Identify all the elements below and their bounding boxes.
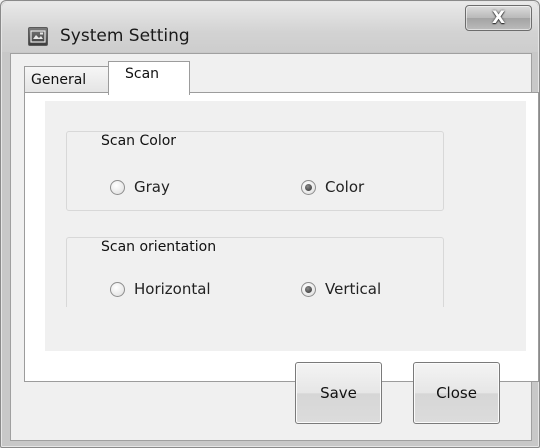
tab-scan[interactable]: Scan — [108, 61, 190, 95]
tab-general[interactable]: General — [24, 66, 110, 93]
close-button[interactable]: Close — [413, 362, 500, 424]
app-window-icon — [28, 27, 48, 46]
radio-unchecked-icon[interactable] — [110, 281, 125, 297]
radio-color[interactable]: Color — [301, 178, 364, 196]
close-icon: X — [491, 8, 506, 28]
dialog-client-area: General Scan Scan Color Gray Color Scan … — [10, 53, 539, 441]
radio-horizontal-label: Horizontal — [134, 280, 211, 298]
radio-gray-label: Gray — [134, 178, 170, 196]
scan-color-group-title: Scan Color — [97, 133, 181, 149]
window-close-button[interactable]: X — [465, 5, 532, 31]
radio-checked-icon[interactable] — [301, 179, 316, 195]
radio-unchecked-icon[interactable] — [110, 179, 125, 195]
radio-vertical-label: Vertical — [325, 280, 382, 298]
window-title: System Setting — [60, 26, 190, 46]
radio-checked-icon[interactable] — [301, 281, 316, 297]
radio-gray[interactable]: Gray — [110, 178, 170, 196]
radio-color-label: Color — [325, 178, 365, 196]
scan-orientation-group-title: Scan orientation — [97, 239, 221, 255]
system-setting-window: System Setting X General Scan Scan Color… — [0, 0, 540, 448]
radio-horizontal[interactable]: Horizontal — [110, 280, 211, 298]
title-bar[interactable]: System Setting X — [2, 2, 538, 52]
radio-vertical[interactable]: Vertical — [301, 280, 381, 298]
save-button[interactable]: Save — [295, 362, 382, 424]
